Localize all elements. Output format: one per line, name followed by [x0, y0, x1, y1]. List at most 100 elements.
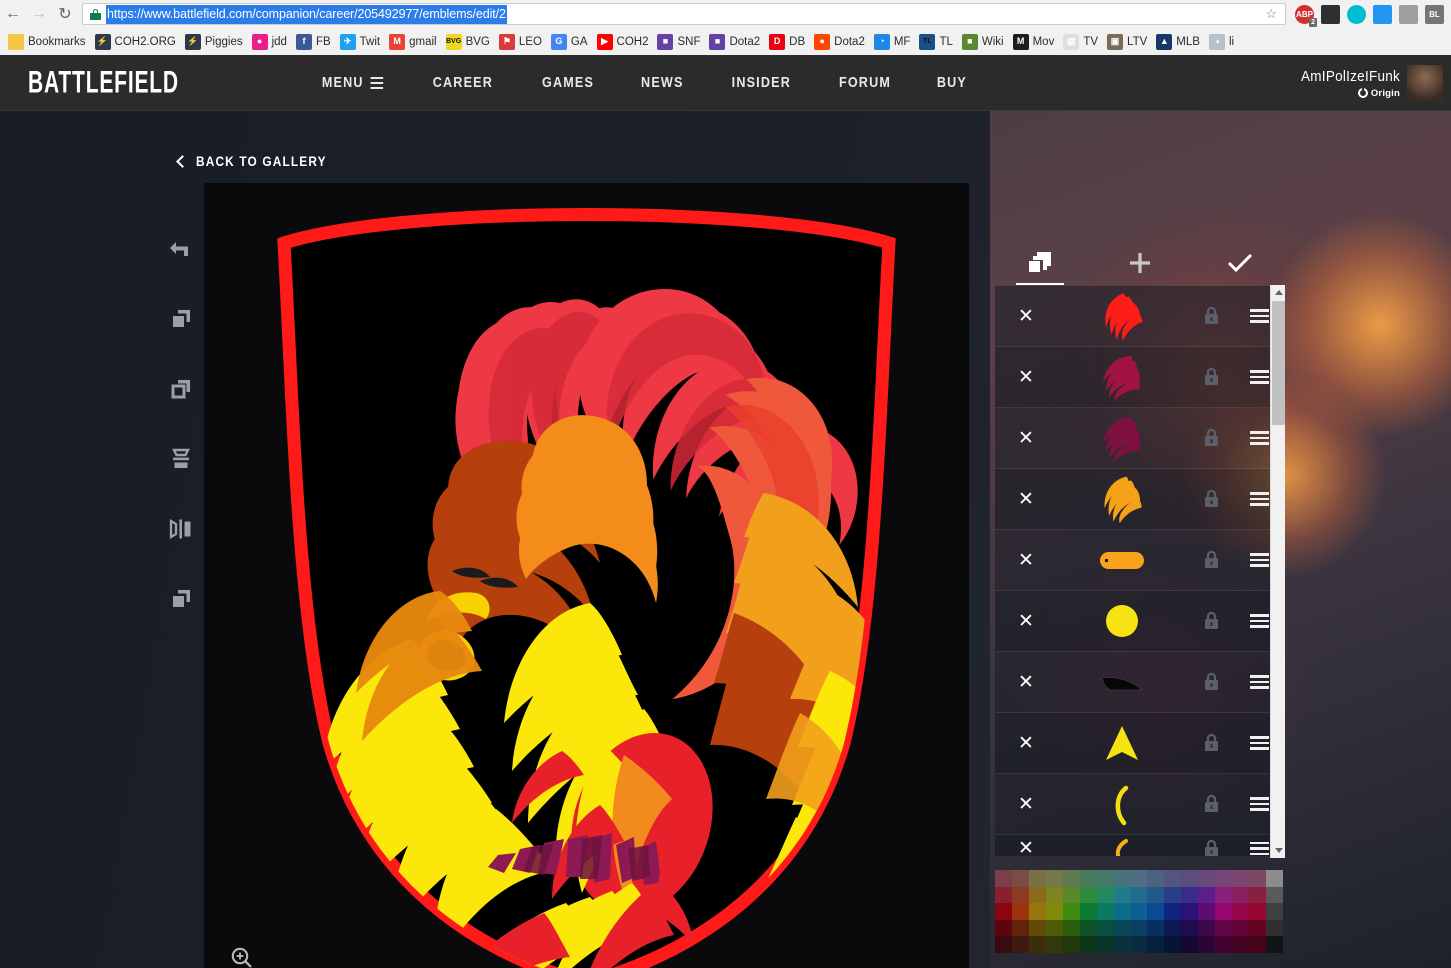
color-swatch[interactable]	[1130, 919, 1148, 937]
color-swatch[interactable]	[1130, 886, 1148, 904]
flip-horizontal-tool[interactable]	[164, 515, 198, 543]
delete-layer-button[interactable]: ✕	[995, 530, 1057, 591]
color-swatch[interactable]	[1181, 903, 1199, 920]
color-swatch[interactable]	[1232, 919, 1250, 937]
color-swatch[interactable]	[1249, 870, 1267, 887]
lock-layer-button[interactable]	[1187, 530, 1235, 591]
color-swatch[interactable]	[1096, 870, 1114, 887]
color-swatch[interactable]	[1113, 870, 1131, 887]
color-swatch[interactable]	[1028, 936, 1046, 953]
nav-menu[interactable]: MENU	[322, 74, 384, 91]
color-swatch[interactable]	[1130, 903, 1148, 920]
color-swatch[interactable]	[1113, 936, 1131, 953]
avatar[interactable]	[1407, 65, 1443, 101]
lock-layer-button[interactable]	[1187, 713, 1235, 774]
color-palette[interactable]	[995, 870, 1283, 953]
color-swatch[interactable]	[1198, 903, 1216, 920]
color-swatch[interactable]	[1232, 886, 1250, 904]
adblock-plus-icon[interactable]: ABP 2	[1295, 4, 1317, 27]
color-swatch[interactable]	[1011, 903, 1029, 920]
color-swatch[interactable]	[1181, 936, 1199, 953]
nav-career[interactable]: CAREER	[433, 74, 493, 91]
color-swatch[interactable]	[1113, 886, 1131, 904]
color-swatch[interactable]	[1249, 919, 1267, 937]
bookmark-piggies[interactable]: ⚡ Piggies	[182, 32, 249, 52]
color-swatch[interactable]	[1147, 919, 1165, 937]
layer-wing-orange[interactable]	[1057, 469, 1187, 530]
scrollbar-up-button[interactable]	[1271, 285, 1286, 300]
bookmark-coh2-org[interactable]: ⚡ COH2.ORG	[92, 32, 182, 52]
color-swatch[interactable]	[1249, 903, 1267, 920]
lock-layer-button[interactable]	[1187, 347, 1235, 408]
color-swatch[interactable]	[1215, 919, 1233, 937]
color-swatch[interactable]	[1028, 886, 1046, 904]
color-swatch[interactable]	[1045, 936, 1063, 953]
bookmark-mlb[interactable]: ▲ MLB	[1153, 32, 1206, 52]
color-swatch[interactable]	[1011, 886, 1029, 904]
bookmark-snf[interactable]: ■ SNF	[654, 32, 706, 52]
color-swatch[interactable]	[1062, 919, 1080, 937]
color-swatch[interactable]	[1062, 870, 1080, 887]
layer-row[interactable]: ✕	[995, 347, 1283, 408]
color-swatch[interactable]	[1198, 936, 1216, 953]
bookmark-gmail[interactable]: Mgmail	[386, 32, 442, 52]
hamburger-icon[interactable]	[370, 76, 384, 89]
layer-row[interactable]: ✕	[995, 408, 1283, 469]
bookmark-bvg[interactable]: BVG BVG	[443, 32, 496, 52]
layer-arrow-yellow[interactable]	[1057, 713, 1187, 774]
nav-insider[interactable]: INSIDER	[731, 74, 790, 91]
color-swatch[interactable]	[1079, 903, 1097, 920]
layer-arc-yellow[interactable]	[1057, 774, 1187, 835]
delete-layer-button[interactable]: ✕	[995, 713, 1057, 774]
layer-row[interactable]: ✕	[995, 835, 1283, 856]
color-swatch[interactable]	[1266, 870, 1283, 887]
nav-news[interactable]: NEWS	[641, 74, 684, 91]
scrollbar-thumb[interactable]	[1272, 301, 1285, 425]
color-swatch[interactable]	[1215, 936, 1233, 953]
color-swatch[interactable]	[1028, 919, 1046, 937]
color-swatch[interactable]	[995, 903, 1012, 920]
tab-confirm[interactable]	[1190, 239, 1290, 287]
color-swatch[interactable]	[1215, 886, 1233, 904]
back-arrow-icon[interactable]: ←	[0, 1, 26, 27]
color-swatch[interactable]	[1215, 870, 1233, 887]
delete-layer-button[interactable]: ✕	[995, 347, 1057, 408]
color-swatch[interactable]	[1232, 936, 1250, 953]
color-swatch[interactable]	[1266, 886, 1283, 904]
bookmark-fb[interactable]: f FB	[293, 32, 337, 52]
color-swatch[interactable]	[1079, 919, 1097, 937]
nav-games[interactable]: GAMES	[542, 74, 594, 91]
bookmark-coh2[interactable]: ▶ COH2	[594, 32, 655, 52]
delete-layer-button[interactable]: ✕	[995, 774, 1057, 835]
color-swatch[interactable]	[1096, 886, 1114, 904]
bookmark-bookmarks[interactable]: Bookmarks	[5, 32, 92, 52]
bl-extension-icon[interactable]: BL	[1425, 4, 1444, 24]
bookmark-wiki[interactable]: ■ Wiki	[959, 32, 1010, 52]
color-swatch[interactable]	[1045, 903, 1063, 920]
color-swatch[interactable]	[1147, 886, 1165, 904]
address-bar[interactable]: https://www.battlefield.com/companion/ca…	[82, 3, 1286, 25]
tab-add-shape[interactable]	[1090, 239, 1190, 287]
color-swatch[interactable]	[1079, 886, 1097, 904]
layer-row[interactable]: ✕	[995, 652, 1283, 713]
lock-layer-button[interactable]	[1187, 469, 1235, 530]
color-swatch[interactable]	[1011, 919, 1029, 937]
color-swatch[interactable]	[1266, 919, 1283, 937]
color-swatch[interactable]	[1147, 870, 1165, 887]
delete-layer-button[interactable]: ✕	[995, 652, 1057, 713]
bookmark-tv[interactable]: ▤ TV	[1060, 32, 1104, 52]
color-swatch[interactable]	[1062, 886, 1080, 904]
color-swatch[interactable]	[1198, 870, 1216, 887]
lock-layer-button[interactable]	[1187, 835, 1235, 856]
bookmark-ga[interactable]: G GA	[548, 32, 594, 52]
color-swatch[interactable]	[1096, 919, 1114, 937]
color-swatch[interactable]	[1164, 903, 1182, 920]
duplicate-tool[interactable]	[164, 305, 198, 333]
layer-row[interactable]: ✕	[995, 469, 1283, 530]
color-swatch[interactable]	[1198, 919, 1216, 937]
recycle-extension-icon[interactable]	[1399, 4, 1418, 24]
layer-wing-red[interactable]	[1057, 286, 1187, 347]
color-swatch[interactable]	[1164, 886, 1182, 904]
scrollbar-down-button[interactable]	[1271, 843, 1286, 858]
delete-layer-button[interactable]: ✕	[995, 591, 1057, 652]
